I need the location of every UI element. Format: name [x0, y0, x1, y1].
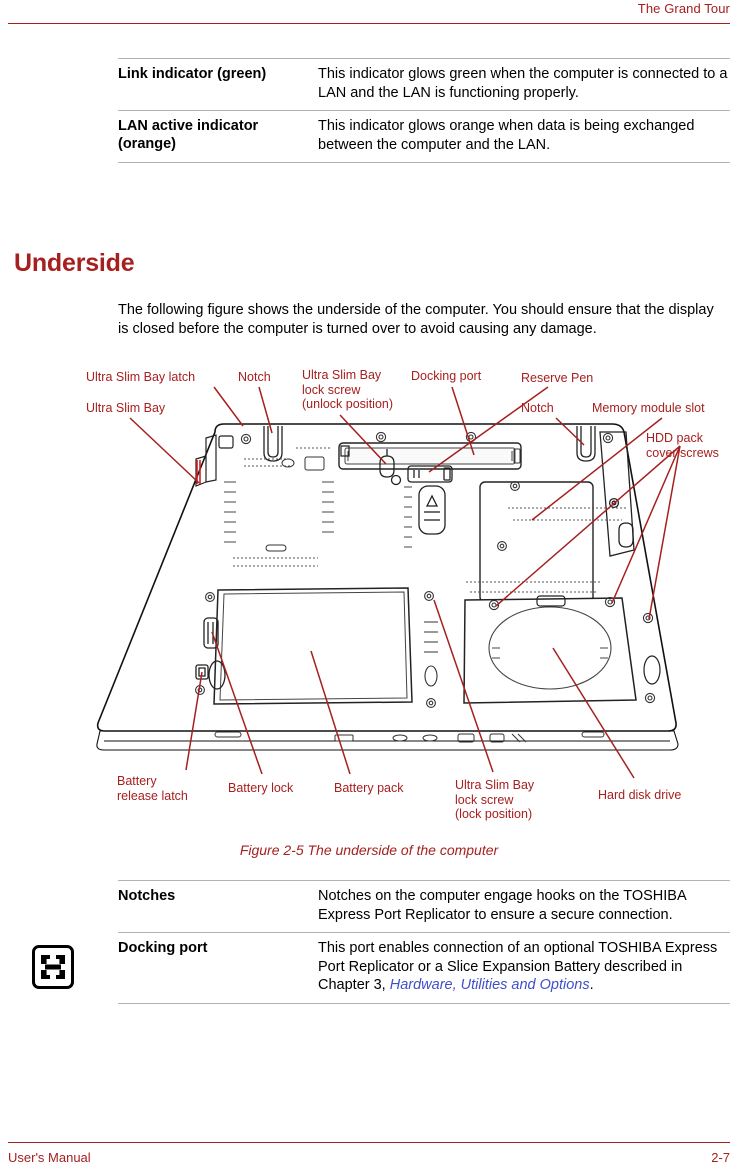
battery-eject-toggle: [418, 485, 446, 535]
dock-pin-bottom-right: [56, 970, 65, 979]
section-heading: Underside: [14, 248, 135, 277]
docking-port-icon: [32, 945, 76, 991]
callout-docking-port: Docking port: [411, 369, 482, 383]
header-title: The Grand Tour: [637, 1, 730, 16]
vent-columns-left: [224, 481, 236, 543]
callout-memory-module-slot: Memory module slot: [592, 401, 705, 415]
battery-pack-shape: [213, 587, 413, 705]
figure-caption: Figure 2-5 The underside of the computer: [239, 842, 499, 858]
chassis-screws-top: [240, 431, 614, 445]
desc-notches: Notches on the computer engage hooks on …: [318, 888, 686, 923]
table-row: Docking port This port enables connectio…: [32, 932, 730, 1004]
desc-docking-port: This port enables connection of an optio…: [318, 939, 730, 995]
vent-columns-mid: [322, 481, 334, 533]
footer-divider: [8, 1142, 730, 1143]
callout-hard-disk-drive: Hard disk drive: [598, 788, 682, 802]
small-square-port: [304, 456, 325, 471]
term-link-indicator: Link indicator (green): [118, 66, 267, 82]
table-row: Notches Notches on the computer engage h…: [118, 880, 730, 932]
footer-page-number: 2-7: [711, 1150, 730, 1165]
callout-battery-lock: Battery lock: [228, 781, 294, 795]
callout-ultra-slim-bay-latch: Ultra Slim Bay latch: [86, 370, 196, 384]
callout-battery-release-latch: Battery release latch: [117, 774, 188, 803]
lan-indicator-table: Link indicator (green) This indicator gl…: [118, 58, 730, 163]
ultra-slim-bay-module: [195, 434, 234, 487]
vent-right-of-battery: [424, 621, 438, 653]
notch-left-shape: [263, 426, 283, 462]
desc-docking-port-emphasis: Hardware, Utilities and Options: [389, 977, 590, 993]
dock-center-bar: [45, 964, 61, 970]
desc-link-indicator: This indicator glows green when the comp…: [318, 66, 728, 101]
callout-ultra-slim-bay: Ultra Slim Bay: [86, 401, 166, 415]
intro-paragraph: The following figure shows the underside…: [118, 301, 714, 337]
callout-battery-pack: Battery pack: [334, 781, 404, 795]
figure-underside-of-computer: Ultra Slim Bay latch Notch Ultra Slim Ba…: [0, 360, 738, 860]
footer-manual-label: User's Manual: [8, 1150, 91, 1165]
page-header: The Grand Tour: [0, 0, 738, 30]
memory-module-slot-cover: [479, 481, 594, 603]
term-docking-port: Docking port: [118, 940, 208, 956]
header-divider: [8, 23, 730, 24]
notch-right-shape: [576, 426, 596, 462]
term-lan-active-indicator: LAN active indicator (orange): [118, 118, 259, 152]
callout-ultra-slim-bay-lock-screw-lock: Ultra Slim Bay lock screw (lock position…: [455, 778, 535, 821]
term-notches: Notches: [118, 888, 176, 904]
callout-notch-right: Notch: [521, 401, 554, 415]
print-marks-lower-left: [233, 557, 318, 567]
dock-pin-bottom-left: [41, 970, 50, 979]
table-row: Link indicator (green) This indicator gl…: [118, 58, 730, 110]
dock-pin-top-right: [56, 955, 65, 964]
right-guide-rail: [599, 431, 635, 557]
dock-pin-top-left: [41, 955, 50, 964]
callout-ultra-slim-bay-lock-screw-unlock: Ultra Slim Bay lock screw (unlock positi…: [302, 368, 394, 411]
callout-notch-left: Notch: [238, 370, 271, 384]
oval-foot-right: [643, 655, 661, 685]
hard-disk-drive-cover: [463, 597, 637, 704]
desc-lan-active-indicator: This indicator glows orange when data is…: [318, 118, 695, 153]
laptop-front-edge: [96, 730, 679, 751]
desc-docking-port-part2: .: [589, 977, 594, 993]
table-row: LAN active indicator (orange) This indic…: [118, 110, 730, 163]
docking-port-shape: [338, 442, 522, 470]
page-footer: User's Manual 2-7: [0, 1130, 738, 1172]
callout-reserve-pen: Reserve Pen: [521, 371, 594, 385]
oval-foot-left: [424, 665, 438, 687]
callout-hdd-pack-cover-screws: HDD pack cover screws: [646, 431, 719, 460]
vent-columns-right: [404, 486, 412, 548]
underside-components-table: Notches Notches on the computer engage h…: [32, 880, 730, 1004]
small-slot: [265, 544, 287, 552]
